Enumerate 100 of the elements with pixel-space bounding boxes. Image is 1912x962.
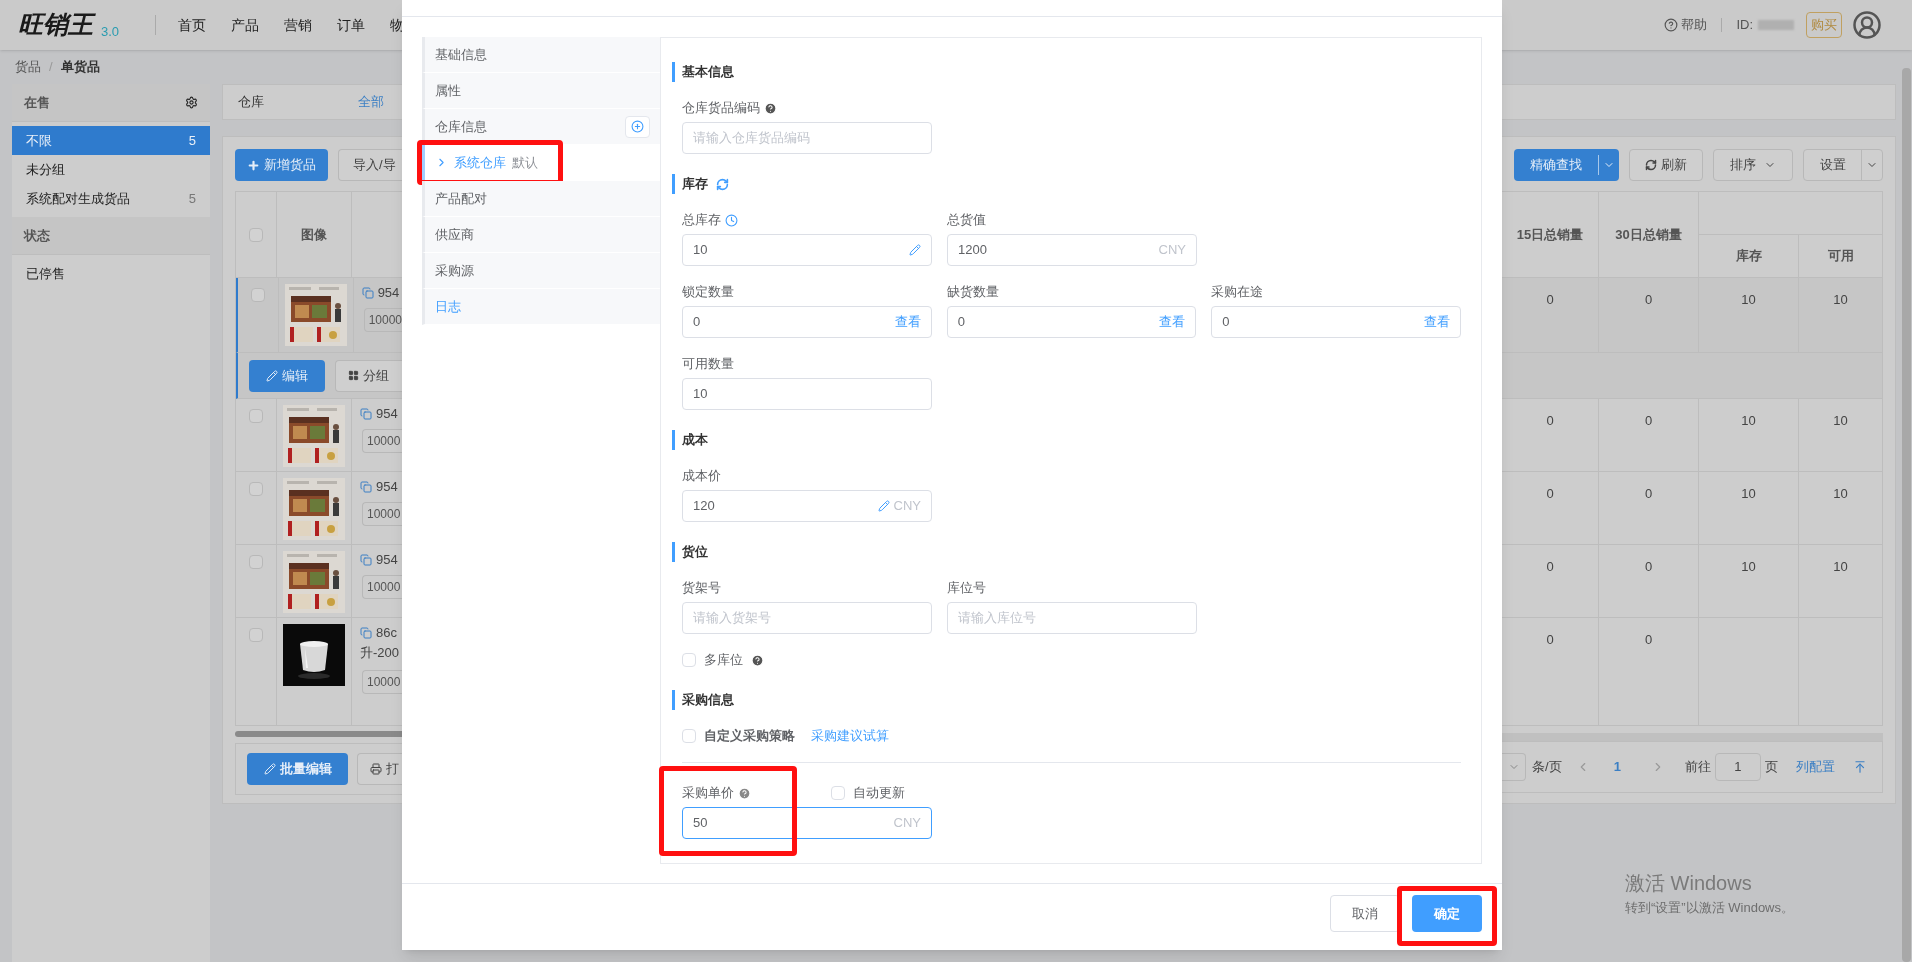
input-field[interactable]: 0 查看	[946, 306, 1197, 338]
settings-button[interactable]: 设置	[1803, 149, 1883, 181]
field-label: 锁定数量	[682, 283, 734, 302]
section-title: 货位	[682, 543, 708, 562]
nav-link[interactable]: 营销	[284, 14, 312, 36]
pencil-icon	[266, 369, 278, 382]
table-cell-text: 0	[1644, 485, 1653, 503]
checkbox[interactable]	[249, 409, 263, 423]
copy-icon[interactable]	[360, 627, 372, 639]
checkbox[interactable]	[249, 628, 263, 642]
avatar-icon[interactable]	[1852, 10, 1882, 40]
version-label: 3.0	[101, 23, 120, 42]
checkbox[interactable]	[682, 729, 696, 743]
section-title: 成本	[682, 431, 708, 450]
group-title: 状态	[24, 226, 50, 245]
default-tag: 默认	[512, 152, 538, 173]
checkbox-label: 多库位	[704, 651, 743, 670]
input-field[interactable]: 10	[682, 234, 932, 266]
count-label: 5	[188, 189, 196, 208]
field-label: 总库存	[682, 211, 721, 230]
settings-icon[interactable]	[185, 96, 198, 109]
checkbox[interactable]	[682, 653, 696, 667]
field-value: 0	[957, 313, 965, 332]
field-label: 总货值	[947, 211, 986, 230]
placeholder: 请输入货架号	[693, 609, 771, 628]
section-title: 基本信息	[682, 63, 734, 82]
checkbox[interactable]	[249, 227, 263, 242]
refresh-button[interactable]: 刷新	[1629, 149, 1703, 181]
product-code: 954	[376, 478, 398, 497]
table-cell-text: 0	[1546, 558, 1554, 576]
edit-icon[interactable]	[877, 500, 890, 512]
checkbox[interactable]	[250, 288, 265, 302]
sort-button[interactable]: 排序	[1713, 149, 1793, 181]
column-header: 30日总销量	[1615, 225, 1682, 244]
section-title: 库存	[682, 175, 708, 194]
placeholder: 请输入库位号	[958, 609, 1036, 628]
checkbox[interactable]	[249, 482, 263, 496]
table-cell-text: 10	[1833, 485, 1848, 503]
field-value: 50	[693, 814, 708, 833]
nav-item[interactable]: 基础信息	[422, 37, 660, 73]
sidebar-item[interactable]: 不限 5	[12, 126, 210, 155]
copy-icon[interactable]	[361, 287, 374, 299]
checkbox[interactable]	[831, 786, 845, 800]
count-label: 5	[188, 131, 196, 150]
nav-link[interactable]: 首页	[178, 14, 206, 36]
field-value: 120	[693, 497, 715, 516]
print-button[interactable]: 打	[357, 753, 402, 785]
goto-field[interactable]: 1	[1714, 753, 1761, 781]
input-field[interactable]: 0 查看	[1211, 306, 1461, 338]
nav-link[interactable]: 产品	[231, 14, 259, 36]
nav-item[interactable]: 仓库信息	[422, 109, 660, 145]
back-to-top-icon[interactable]	[1852, 760, 1867, 774]
input-field[interactable]: 0 查看	[682, 306, 932, 338]
field-label: 成本价	[682, 467, 721, 486]
input-field[interactable]: 1200 CNY	[947, 234, 1197, 266]
add-button[interactable]	[625, 115, 650, 138]
table-cell-text: 10	[1741, 291, 1756, 309]
import-button[interactable]: 导入/导	[338, 149, 402, 181]
breadcrumb-link[interactable]: 货品	[15, 57, 41, 77]
group-button[interactable]: 分组	[335, 359, 402, 392]
currency-label: CNY	[893, 814, 921, 833]
printer-icon	[370, 763, 382, 775]
help-link[interactable]: 帮助	[1681, 15, 1708, 35]
table-cell-text: 0	[1644, 412, 1653, 430]
field-value: 0	[693, 313, 701, 332]
table-cell-text: 0	[1546, 485, 1554, 503]
placeholder: 请输入仓库货品编码	[693, 129, 810, 148]
product-code: 954	[377, 284, 400, 303]
copy-icon[interactable]	[360, 408, 372, 420]
group-title: 在售	[24, 93, 50, 112]
sidebar-item[interactable]: 已停售	[12, 259, 210, 288]
goto-label: 前往	[1684, 758, 1711, 777]
table-cell-text: 10	[1833, 558, 1848, 576]
batch-edit-button[interactable]: 批量编辑	[247, 753, 348, 785]
nav-item[interactable]: 产品配对	[422, 181, 660, 217]
input-field[interactable]: 10	[682, 378, 932, 410]
field-label: 采购单价	[682, 784, 734, 803]
field-value: 10	[693, 385, 708, 404]
add-button[interactable]: 新增货品	[235, 149, 328, 181]
table-cell-text: 0	[1546, 291, 1554, 309]
copy-icon[interactable]	[360, 554, 372, 566]
copy-icon[interactable]	[360, 481, 372, 493]
checkbox-label: 自定义采购策略	[704, 727, 795, 746]
nav-link[interactable]: 订单	[337, 14, 365, 36]
plus-icon	[247, 158, 260, 172]
input-field[interactable]: 50 CNY	[682, 807, 932, 839]
field-value: 10	[693, 241, 708, 260]
refresh-icon[interactable]	[716, 177, 729, 191]
nav-item[interactable]: 采购源	[422, 253, 660, 289]
product-code: 86c	[376, 624, 397, 643]
nav-item[interactable]: 属性	[422, 73, 660, 109]
edit-button[interactable]: 编辑	[249, 359, 325, 392]
edit-icon[interactable]	[909, 244, 921, 256]
input-field[interactable]: 120 CNY	[682, 490, 932, 522]
sidebar-item[interactable]: 未分组	[12, 155, 210, 184]
nav-item[interactable]: 供应商	[422, 217, 660, 253]
cancel-button[interactable]: 取消	[1330, 895, 1400, 932]
checkbox[interactable]	[249, 555, 263, 569]
sidebar-item[interactable]: 系统配对生成货品 5	[12, 184, 210, 213]
exact-search-button[interactable]: 精确查找	[1514, 149, 1619, 181]
